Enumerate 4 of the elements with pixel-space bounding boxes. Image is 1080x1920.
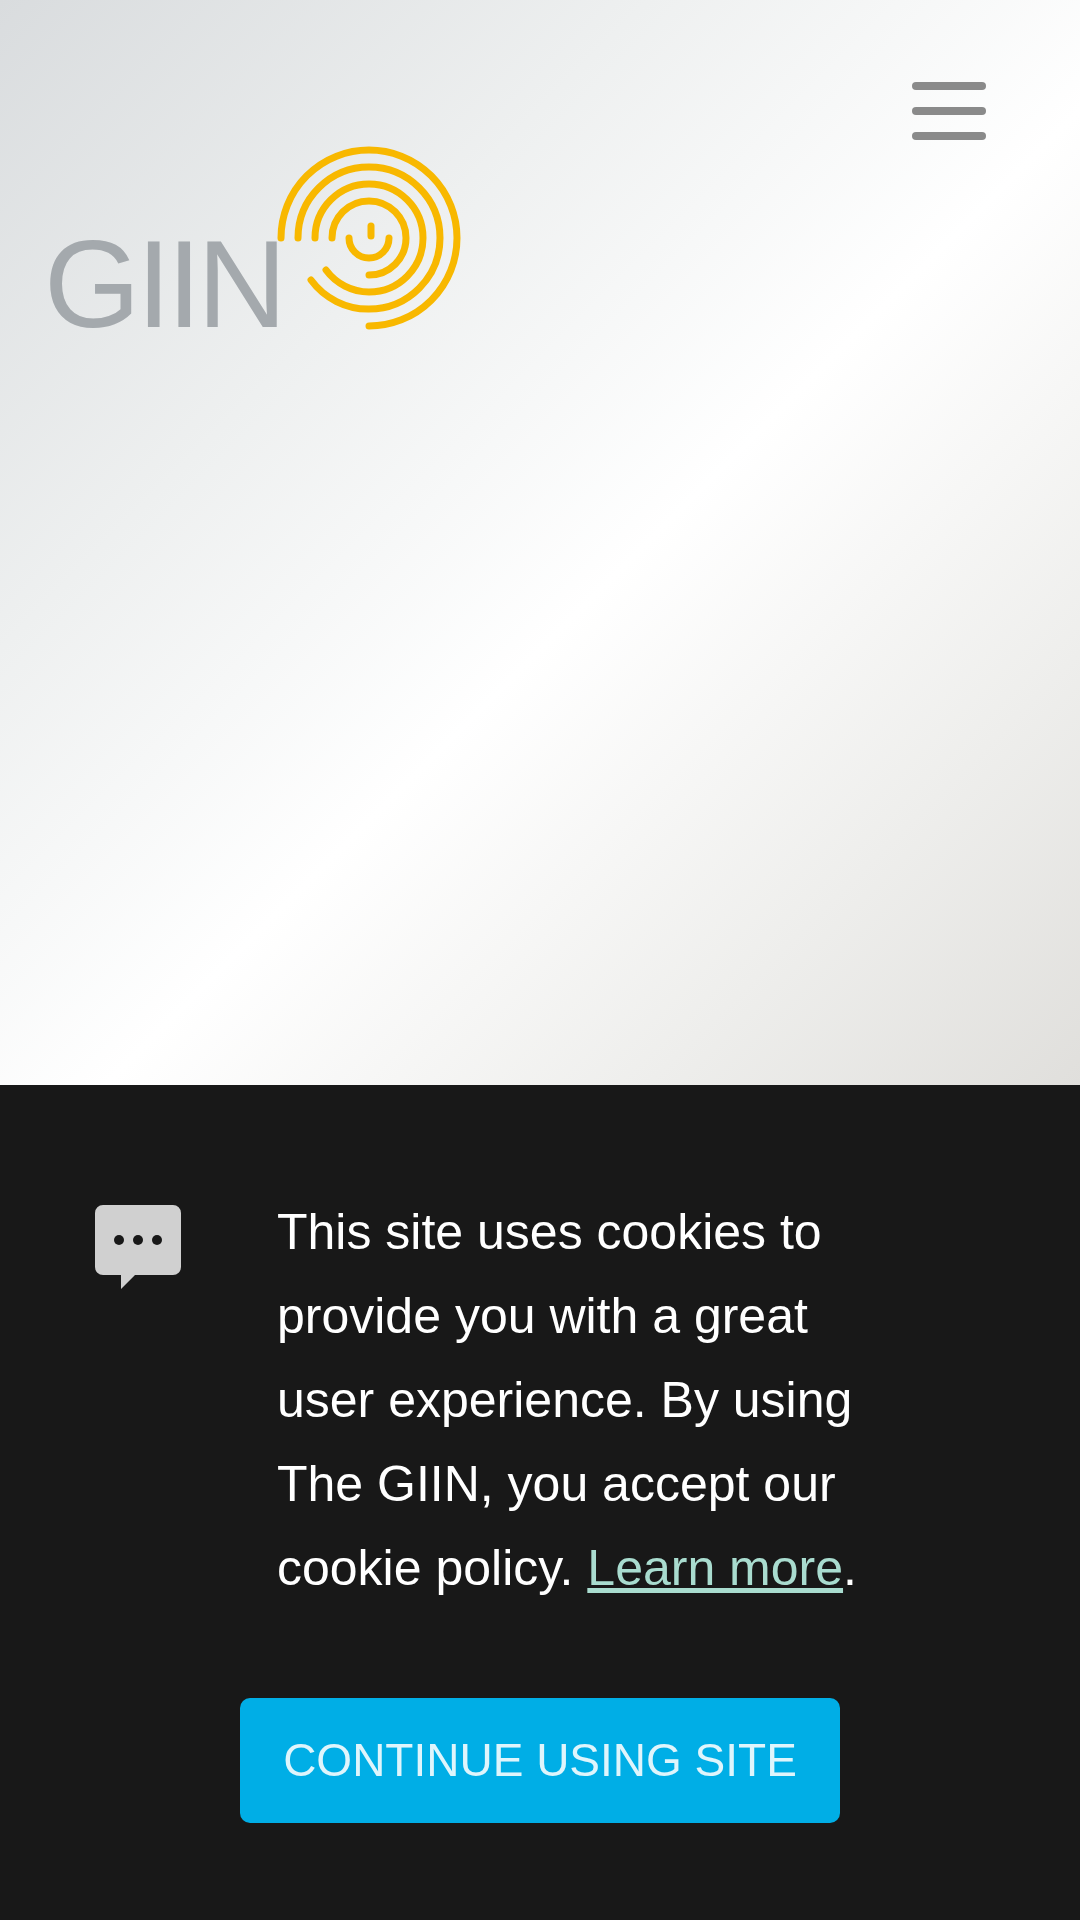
learn-more-link[interactable]: Learn more bbox=[587, 1540, 844, 1596]
chat-bubble-icon bbox=[95, 1205, 181, 1291]
cookie-message: This site uses cookies to provide you with a great user experience. By using The GIIN, you accept our cookie policy. Learn more. bbox=[277, 1203, 858, 1598]
logo-text: GIIN bbox=[44, 222, 283, 346]
